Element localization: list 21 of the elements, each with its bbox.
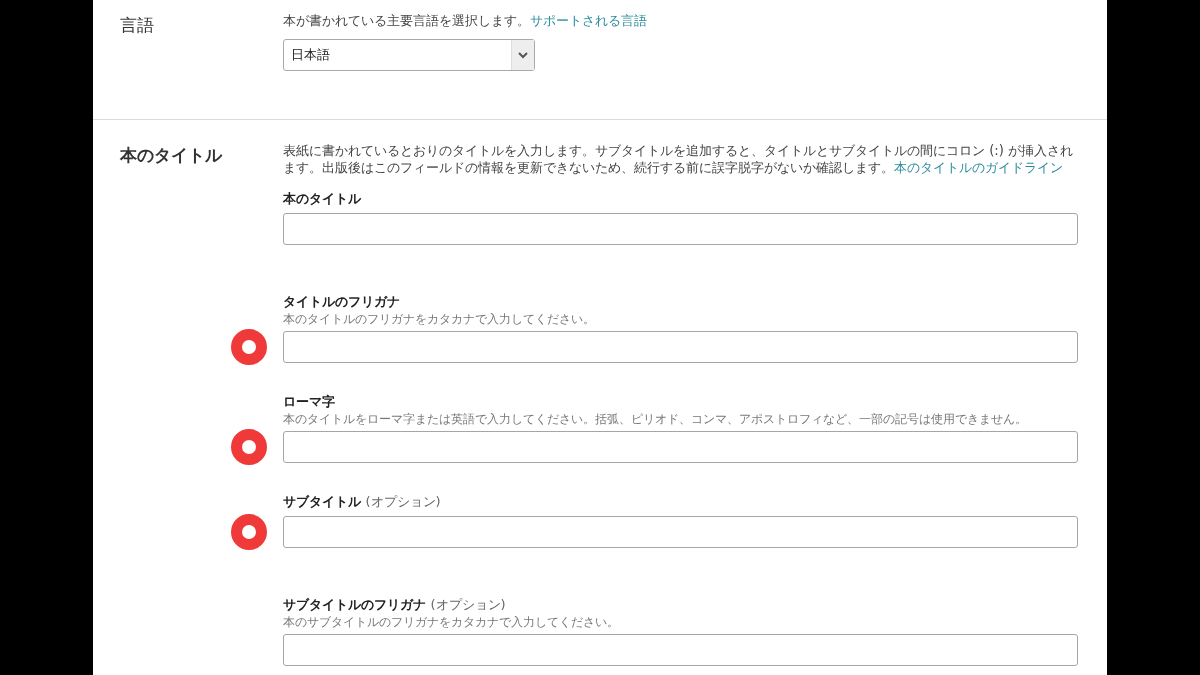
field-hint: 本のサブタイトルのフリガナをカタカナで入力してください。 [283,615,620,630]
section-description: 本が書かれている主要言語を選択します。サポートされる言語 [283,12,648,29]
section-description: 表紙に書かれているとおりのタイトルを入力します。サブタイトルを追加すると、タイトルとサブタイトルの間にコロン (:) が挿入されます。出版後はこのフィールドの情報を更新できないため、続行する前に誤字脱字がないか確認します。本のタイトルのガイドライン [283,142,1075,176]
help-link[interactable]: サポートされる言語 [530,13,647,28]
field-hint: 本のタイトルのフリガナをカタカナで入力してください。 [283,312,596,327]
section-title: 本のタイトル [119,144,224,167]
text-input[interactable] [283,431,1078,463]
text-input[interactable] [283,331,1078,363]
section-title: 言語 [119,14,155,37]
text-input[interactable] [283,213,1078,245]
field-label: ローマ字 [283,393,336,411]
chevron-down-icon [511,40,534,70]
field-label: サブタイトル (オプション) [283,493,442,511]
text-input[interactable] [283,634,1078,666]
field-label: 本のタイトル [283,190,362,208]
field-hint: 本のタイトルをローマ字または英語で入力してください。括弧、ピリオド、コンマ、アポストロフィなど、一部の記号は使用できません。 [283,412,1028,427]
language-select[interactable]: 日本語 [283,39,535,71]
text-input[interactable] [283,516,1078,548]
field-label: タイトルのフリガナ [283,293,401,311]
help-link[interactable]: 本のタイトルのガイドライン [894,160,1063,175]
field-label: サブタイトルのフリガナ (オプション) [283,596,507,614]
